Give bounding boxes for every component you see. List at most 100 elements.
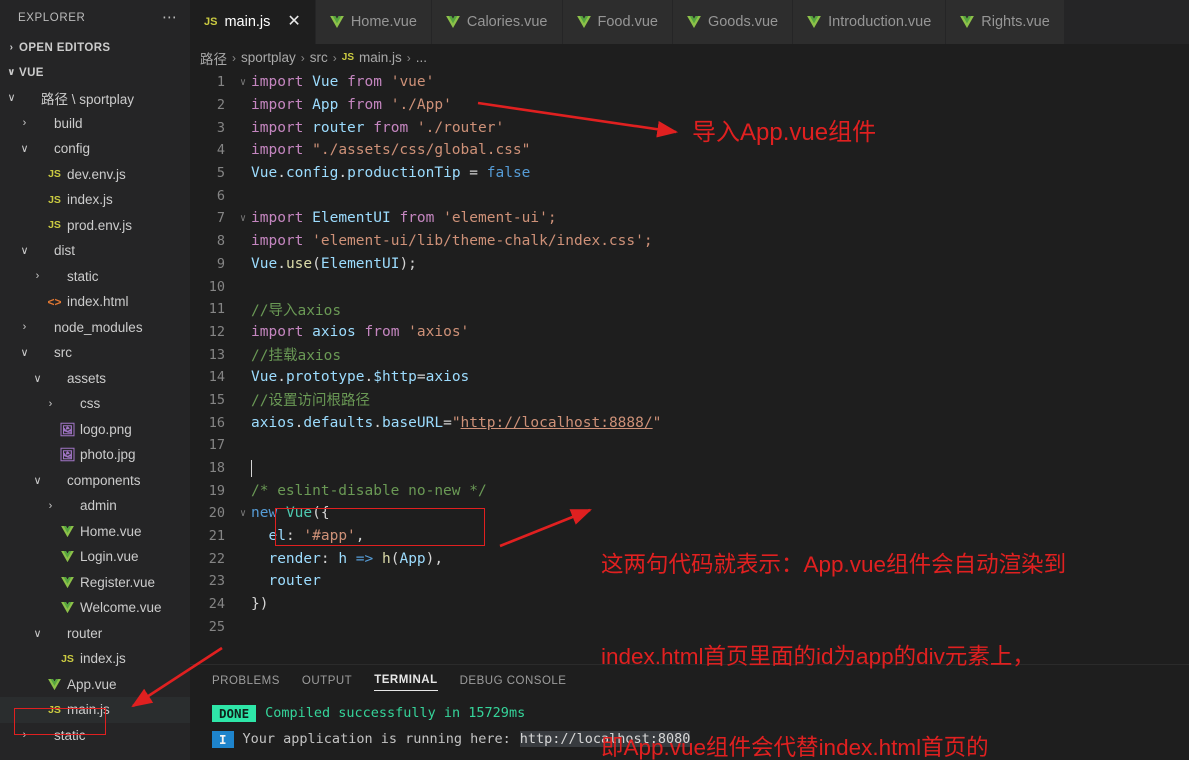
code-line-5[interactable]: 5 Vue.config.productionTip = false [190,162,1189,185]
tree-item-app.vue[interactable]: App.vue [0,672,190,698]
panel-tab-debug-console[interactable]: DEBUG CONSOLE [460,675,567,691]
code-line-18[interactable]: 18 [190,457,1189,480]
code-line-1[interactable]: 1 ∨ import Vue from 'vue' [190,71,1189,94]
section-vue[interactable]: ∨ VUE [0,60,190,85]
code-editor[interactable]: 1 ∨ import Vue from 'vue' 2 import App from … [190,71,1189,664]
editor-tab-label: Rights.vue [981,14,1050,30]
breadcrumb-item[interactable]: ... [416,50,427,65]
code-line-20[interactable]: 20 ∨ new Vue({ [190,502,1189,525]
code-line-15[interactable]: 15 //设置访问根路径 [190,389,1189,412]
code-line-17[interactable]: 17 [190,434,1189,457]
code-line-3[interactable]: 3 import router from './router' [190,116,1189,139]
editor-tab-home-vue[interactable]: Home.vue [315,0,432,44]
panel-tab-terminal[interactable]: TERMINAL [374,674,438,691]
panel-tab-bar: PROBLEMS OUTPUT TERMINAL DEBUG CONSOLE [190,665,1189,700]
panel-tab-problems[interactable]: PROBLEMS [212,675,280,691]
breadcrumb-item[interactable]: src [310,50,328,65]
code-line-24[interactable]: 24}) [190,593,1189,616]
breadcrumb-item[interactable]: 路径 [200,48,227,68]
code-line-8[interactable]: 8 import 'element-ui/lib/theme-chalk/inde… [190,230,1189,253]
tree-item-home.vue[interactable]: Home.vue [0,519,190,545]
editor-tab-main-js[interactable]: JS main.js ✕ [190,0,316,44]
panel-tab-output[interactable]: OUTPUT [302,675,352,691]
ellipsis-icon[interactable]: ⋯ [162,10,178,25]
code-line-23[interactable]: 23 router [190,570,1189,593]
breadcrumb-item[interactable]: sportplay [241,50,296,65]
line-number: 10 [208,278,225,295]
code-line-12[interactable]: 12 import axios from 'axios' [190,321,1189,344]
tree-item-welcome.vue[interactable]: Welcome.vue [0,595,190,621]
line-number: 8 [216,233,225,250]
tree-item-label: static [54,727,86,743]
code-line-19[interactable]: 19 /* eslint-disable no-new */ [190,479,1189,502]
chevron-right-icon: › [22,117,27,130]
tree-item-prod.env.js[interactable]: JS prod.env.js [0,213,190,239]
editor-tab-goods-vue[interactable]: Goods.vue [672,0,794,44]
tree-item-static[interactable]: › static [0,264,190,290]
code-text: import ElementUI from 'element-ui'; [251,210,557,227]
tree-item-assets[interactable]: ∨ assets [0,366,190,392]
tree-item-config[interactable]: ∨ config [0,136,190,162]
tree-item-label: Home.vue [80,523,142,539]
code-text: //挂载axios [251,348,342,365]
code-line-2[interactable]: 2 import App from './App' [190,94,1189,117]
line-number: 12 [208,323,225,340]
tree-item-main.js[interactable]: JS main.js [0,697,190,723]
tree-item-src[interactable]: ∨ src [0,340,190,366]
terminal-url[interactable]: http://localhost:8080 [519,731,691,747]
tree-item-static[interactable]: › static [0,723,190,749]
tree-item-dist[interactable]: ∨ dist [0,238,190,264]
tree-item-dev.env.js[interactable]: JS dev.env.js [0,162,190,188]
tree-item-label: css [80,396,101,412]
tree-item-index.html[interactable]: <> index.html [0,289,190,315]
tree-item-admin[interactable]: › admin [0,493,190,519]
code-line-13[interactable]: 13 //挂载axios [190,343,1189,366]
code-line-9[interactable]: 9 Vue.use(ElementUI); [190,253,1189,276]
tree-item--sportplay[interactable]: ∨ 路径 \ sportplay [0,85,190,111]
fold-chevron-icon[interactable]: ∨ [235,508,251,519]
tree-item-node-modules[interactable]: › node_modules [0,315,190,341]
fold-chevron-icon[interactable]: ∨ [235,77,251,88]
code-line-4[interactable]: 4 import "./assets/css/global.css" [190,139,1189,162]
tree-item-label: components [67,472,141,488]
tree-item-css[interactable]: › css [0,391,190,417]
chevron-none-icon [43,525,58,537]
code-line-22[interactable]: 22 render: h => h(App), [190,547,1189,570]
code-line-25[interactable]: 25 [190,616,1189,639]
editor-tab-calories-vue[interactable]: Calories.vue [431,0,563,44]
tree-item-photo.jpg[interactable]: 🖼 photo.jpg [0,442,190,468]
tree-item-logo.png[interactable]: 🖼 logo.png [0,417,190,443]
editor-tab-rights-vue[interactable]: Rights.vue [946,0,1065,44]
tree-item-label: dev.env.js [67,166,126,182]
tree-item-index.js[interactable]: JS index.js [0,187,190,213]
code-line-21[interactable]: 21 el: '#app', [190,525,1189,548]
fold-chevron-icon[interactable]: ∨ [235,213,251,224]
code-line-6[interactable]: 6 [190,184,1189,207]
vue-file-icon [58,525,77,537]
vue-file-icon [576,15,591,29]
tree-item-label: 路径 \ sportplay [41,91,135,107]
editor-tab-introduction-vue[interactable]: Introduction.vue [793,0,947,44]
line-number: 16 [208,414,225,431]
code-line-7[interactable]: 7 ∨ import ElementUI from 'element-ui'; [190,207,1189,230]
tree-item-router[interactable]: ∨ router [0,621,190,647]
section-open-editors-label: OPEN EDITORS [19,41,111,54]
close-icon[interactable]: ✕ [287,14,300,30]
tree-item-components[interactable]: ∨ components [0,468,190,494]
tree-item-label: index.js [80,651,126,667]
line-number: 2 [216,97,225,114]
section-open-editors[interactable]: › OPEN EDITORS [0,35,190,60]
code-line-14[interactable]: 14 Vue.prototype.$http=axios [190,366,1189,389]
tree-item-label: App.vue [67,676,117,692]
code-line-16[interactable]: 16 axios.defaults.baseURL="http://localho… [190,411,1189,434]
line-number: 9 [216,255,225,272]
code-line-11[interactable]: 11 //导入axios [190,298,1189,321]
breadcrumb-item[interactable]: main.js [359,50,402,65]
tree-item-register.vue[interactable]: Register.vue [0,570,190,596]
tree-item-index.js[interactable]: JS index.js [0,646,190,672]
code-line-10[interactable]: 10 [190,275,1189,298]
editor-tab-food-vue[interactable]: Food.vue [562,0,673,44]
tree-item-build[interactable]: › build [0,111,190,137]
terminal-done-message: Compiled successfully in 15729ms [265,705,526,721]
tree-item-login.vue[interactable]: Login.vue [0,544,190,570]
